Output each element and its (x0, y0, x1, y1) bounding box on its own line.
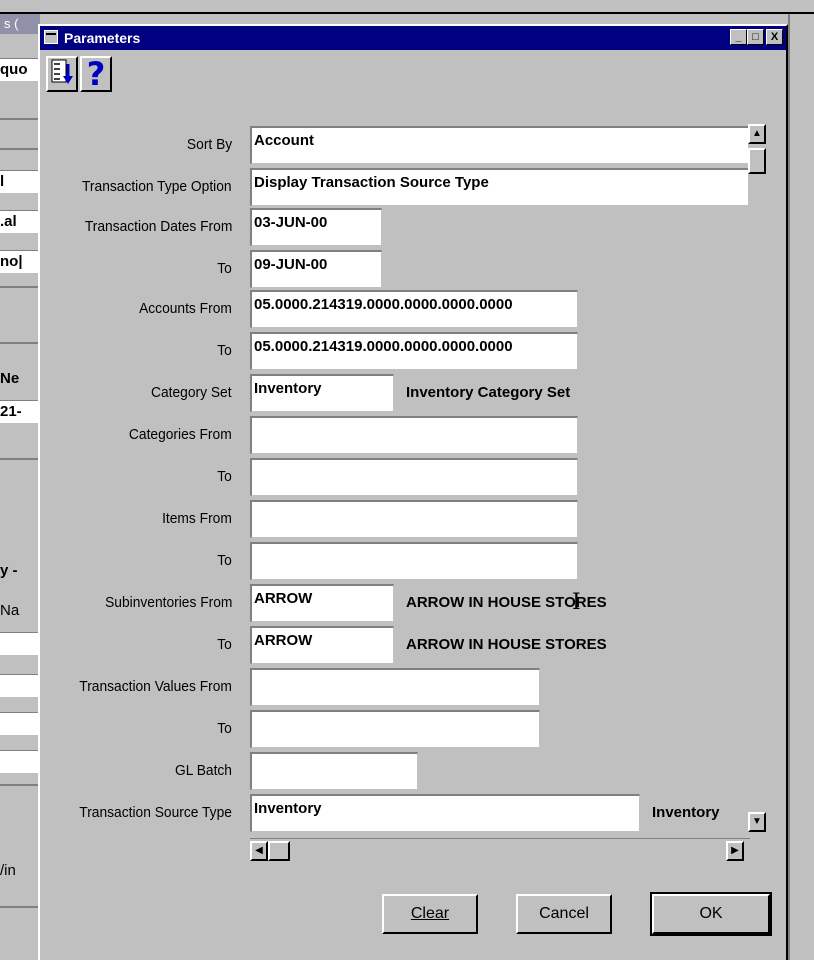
parameter-field[interactable]: ARROW (250, 584, 394, 622)
background-field[interactable]: no| (0, 250, 38, 273)
vertical-scrollbar[interactable]: ▲ ▼ (748, 124, 768, 844)
window-menu-icon[interactable] (44, 30, 58, 44)
close-button[interactable]: X (766, 29, 783, 45)
parameter-field[interactable] (250, 500, 578, 538)
parameter-field[interactable] (250, 752, 418, 790)
parameter-field[interactable] (250, 710, 540, 748)
parameter-field[interactable]: 05.0000.214319.0000.0000.0000.0000 (250, 290, 578, 328)
field-label: To (217, 552, 232, 569)
vertical-scroll-thumb[interactable] (748, 148, 766, 174)
background-divider (0, 784, 38, 786)
background-label: Na (0, 602, 20, 619)
background-divider (0, 906, 38, 908)
dialog-titlebar[interactable]: Parameters _ □ X (40, 26, 786, 50)
field-label: Transaction Values From (79, 678, 232, 695)
field-label: Category Set (151, 384, 232, 401)
field-label: Transaction Dates From (84, 218, 232, 235)
background-right-edge (788, 14, 814, 960)
field-label: Accounts From (139, 300, 232, 317)
scroll-right-arrow-icon[interactable]: ▶ (726, 841, 744, 861)
background-label: y - (0, 562, 18, 579)
background-label: Ne (0, 370, 20, 387)
sort-order-icon (51, 59, 73, 84)
field-label: Subinventories From (104, 594, 232, 611)
background-divider (0, 458, 38, 460)
scroll-down-arrow-icon[interactable]: ▼ (748, 812, 766, 832)
field-label: GL Batch (174, 762, 232, 779)
scroll-left-arrow-icon[interactable]: ◀ (250, 841, 268, 861)
background-divider (0, 286, 38, 288)
background-field[interactable]: l (0, 170, 38, 193)
maximize-button[interactable]: □ (747, 29, 764, 45)
background-field[interactable] (0, 632, 38, 655)
parameter-field[interactable] (250, 542, 578, 580)
background-field[interactable] (0, 712, 38, 735)
background-field[interactable] (0, 750, 38, 773)
field-label: Items From (162, 510, 232, 527)
parameter-field[interactable]: ARROW (250, 626, 394, 664)
field-label: Categories From (129, 426, 232, 443)
field-label: To (217, 720, 232, 737)
background-field[interactable] (0, 674, 38, 697)
field-description: ARROW IN HOUSE STORES (406, 636, 607, 653)
parameter-field[interactable] (250, 416, 578, 454)
field-description: Inventory Category Set (406, 384, 571, 401)
background-divider (0, 342, 38, 344)
field-description: Inventory (652, 804, 720, 821)
sort-order-button[interactable] (46, 56, 78, 92)
help-button[interactable]: ? (80, 56, 112, 92)
field-label: Transaction Type Option (82, 178, 232, 195)
background-divider (0, 118, 38, 120)
field-label: To (217, 260, 232, 277)
field-label: To (217, 636, 232, 653)
dialog-title: Parameters (64, 30, 141, 46)
minimize-button[interactable]: _ (730, 29, 747, 45)
horizontal-scroll-thumb[interactable] (268, 841, 290, 861)
parameter-field[interactable]: Inventory (250, 794, 640, 832)
clear-button[interactable]: Clear (382, 894, 478, 934)
background-field[interactable]: quo (0, 58, 38, 81)
parameter-field[interactable] (250, 668, 540, 706)
field-label: To (217, 468, 232, 485)
parameter-field[interactable]: Inventory (250, 374, 394, 412)
parameter-field[interactable]: 09-JUN-00 (250, 250, 382, 288)
background-window-title: s ( (0, 14, 40, 34)
parameter-field[interactable]: Display Transaction Source Type (250, 168, 750, 206)
cancel-button[interactable]: Cancel (516, 894, 612, 934)
parameter-field[interactable]: 05.0000.214319.0000.0000.0000.0000 (250, 332, 578, 370)
parameter-field[interactable]: Account (250, 126, 750, 164)
background-label: /in (0, 862, 16, 879)
field-label: Sort By (186, 136, 232, 153)
horizontal-scrollbar[interactable]: ◀ ▶ (250, 838, 750, 861)
field-label: To (217, 342, 232, 359)
parameters-dialog: Parameters _ □ X ? Sort By Account Transac… (38, 24, 788, 960)
background-field[interactable]: 21- (0, 400, 38, 423)
field-label: Transaction Source Type (79, 804, 232, 821)
help-icon: ? (86, 55, 106, 93)
background-divider (0, 148, 38, 150)
scroll-up-arrow-icon[interactable]: ▲ (748, 124, 766, 144)
background-toolbar-strip (0, 0, 814, 14)
text-cursor-icon: I (572, 590, 581, 615)
parameter-field[interactable]: 03-JUN-00 (250, 208, 382, 246)
background-field[interactable]: .al (0, 210, 38, 233)
parameter-field[interactable] (250, 458, 578, 496)
ok-button[interactable]: OK (650, 892, 772, 936)
